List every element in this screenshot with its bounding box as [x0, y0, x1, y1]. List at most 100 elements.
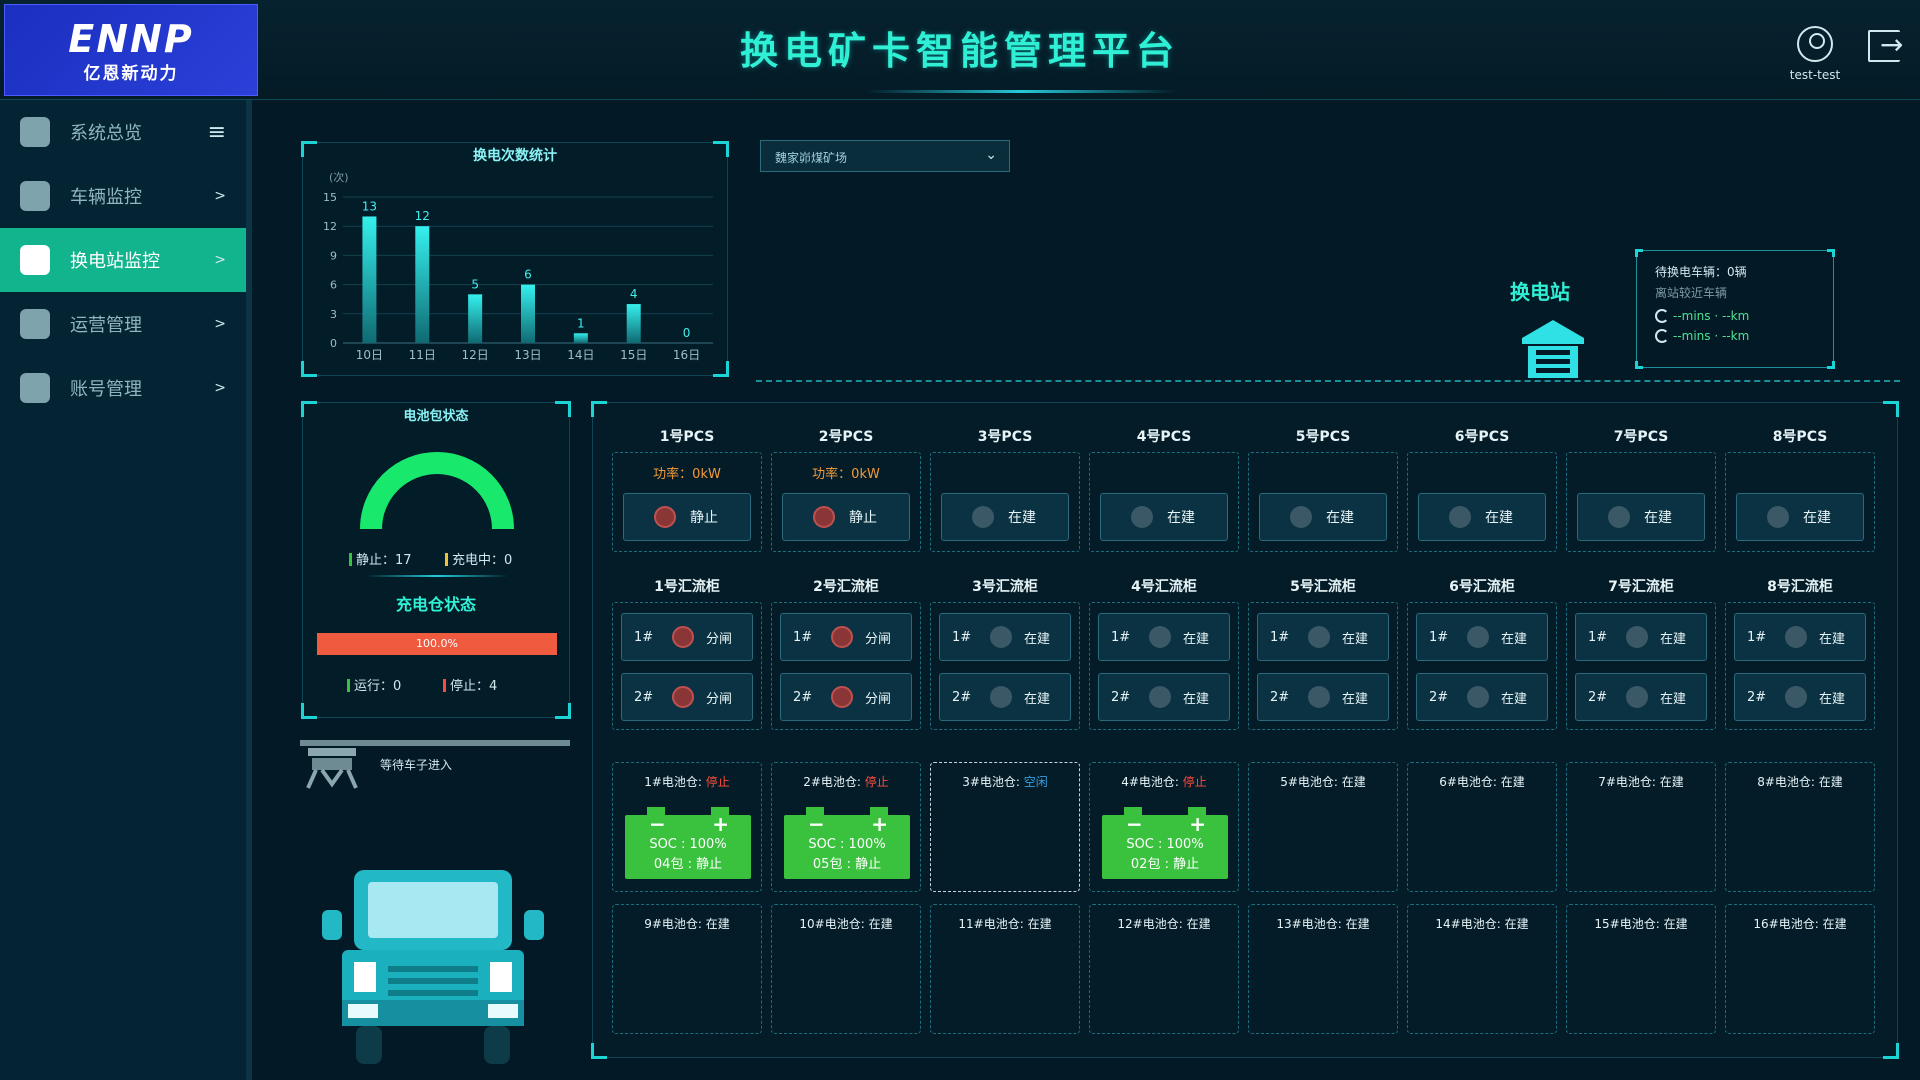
pcs-status-button[interactable]: 在建: [941, 493, 1069, 541]
x-tick-label: 15日: [620, 348, 647, 362]
combiner-header: 4号汇流柜: [1131, 579, 1197, 595]
x-tick-label: 10日: [356, 348, 383, 362]
pcs-header: 7号PCS: [1613, 429, 1669, 445]
battery-bay[interactable]: 3#电池仓: 空闲: [930, 762, 1080, 892]
site-select[interactable]: 魏家峁煤矿场 ⌄: [760, 140, 1010, 172]
pcs-status-button[interactable]: 在建: [1259, 493, 1387, 541]
sidebar-item-label: 换电站监控: [70, 251, 160, 272]
sidebar-item-label: 系统总览: [70, 123, 142, 144]
bar: [468, 294, 483, 343]
bay-label: 12#电池仓:: [1117, 917, 1187, 931]
header: ENNP 亿恩新动力 换电矿卡智能管理平台 test-test: [0, 0, 1920, 100]
pcs-status-button[interactable]: 在建: [1418, 493, 1546, 541]
battery-bay[interactable]: 16#电池仓: 在建: [1725, 904, 1875, 1034]
combiner-switch-1[interactable]: 1# 在建: [1734, 613, 1866, 661]
battery-bay[interactable]: 13#电池仓: 在建: [1248, 904, 1398, 1034]
pcs-status-button[interactable]: 静止: [782, 493, 910, 541]
combiner-switch-2[interactable]: 2# 在建: [1575, 673, 1707, 721]
logout-icon[interactable]: [1868, 28, 1903, 62]
battery-bay[interactable]: 7#电池仓: 在建: [1566, 762, 1716, 892]
battery-pack-status: 04包 : 静止: [653, 857, 723, 872]
combiner-switch-1[interactable]: 1# 在建: [1416, 613, 1548, 661]
battery-bay[interactable]: 8#电池仓: 在建: [1725, 762, 1875, 892]
bay-status: 在建: [1663, 917, 1688, 931]
pie-chart-icon: [20, 309, 50, 339]
combiner-switch-2[interactable]: 2# 在建: [1098, 673, 1230, 721]
combiner-switch-2[interactable]: 2# 在建: [1734, 673, 1866, 721]
status-dot-icon: [1608, 506, 1630, 528]
battery-bay[interactable]: 2#电池仓: 停止 − + SOC : 100% 05包 : 静止: [771, 762, 921, 892]
combiner-header: 8号汇流柜: [1767, 579, 1833, 595]
site-select-value: 魏家峁煤矿场: [775, 151, 848, 165]
user-menu[interactable]: test-test: [1780, 26, 1850, 82]
battery-bay[interactable]: 5#电池仓: 在建: [1248, 762, 1398, 892]
battery-bay[interactable]: 12#电池仓: 在建: [1089, 904, 1239, 1034]
battery-bay[interactable]: 10#电池仓: 在建: [771, 904, 921, 1034]
sidebar-item-account[interactable]: 账号管理 >: [0, 356, 246, 420]
chevron-right-icon: >: [214, 252, 226, 268]
combiner-switch-1[interactable]: 1# 在建: [1098, 613, 1230, 661]
pcs-status: 在建: [1803, 510, 1831, 526]
pcs-status: 在建: [1326, 510, 1354, 526]
pcs-card: 功率：0kW 静止: [612, 452, 762, 552]
combiner-switch-1[interactable]: 1# 分闸: [780, 613, 912, 661]
y-axis-label: (次): [329, 170, 349, 184]
sidebar-item-station[interactable]: 换电站监控 >: [0, 228, 246, 292]
combiner-switch-1[interactable]: 1# 分闸: [621, 613, 753, 661]
combiner-switch-2[interactable]: 2# 在建: [1416, 673, 1548, 721]
pcs-status-button[interactable]: 在建: [1736, 493, 1864, 541]
battery-bay[interactable]: 15#电池仓: 在建: [1566, 904, 1716, 1034]
battery-bay[interactable]: 9#电池仓: 在建: [612, 904, 762, 1034]
pcs-power: 功率：0kW: [653, 467, 721, 482]
status-dot-icon: [831, 626, 853, 648]
bay-label: 11#电池仓:: [958, 917, 1028, 931]
station-track: [756, 380, 1900, 382]
bay-label: 1#电池仓:: [644, 775, 706, 789]
garage-icon: [1522, 320, 1584, 378]
combiner-switch-1[interactable]: 1# 在建: [1257, 613, 1389, 661]
combiner-card: 1# 在建 2# 在建: [930, 602, 1080, 730]
battery-pack-title: 电池包状态: [403, 409, 469, 424]
status-dot-icon: [1626, 626, 1648, 648]
battery-icon: − + SOC : 100% 02包 : 静止: [1102, 807, 1228, 879]
sidebar-item-label: 车辆监控: [70, 187, 142, 208]
bay-label: 13#电池仓:: [1276, 917, 1346, 931]
y-tick-label: 6: [330, 279, 337, 292]
title-underline: [866, 90, 1176, 93]
battery-bay[interactable]: 14#电池仓: 在建: [1407, 904, 1557, 1034]
combiner-switch-1[interactable]: 1# 在建: [1575, 613, 1707, 661]
sidebar: 系统总览 ≡ 车辆监控 > 换电站监控 > 运营管理 > 账号管理 >: [0, 100, 252, 1080]
combiner-switch-2[interactable]: 2# 分闸: [780, 673, 912, 721]
battery-bay[interactable]: 4#电池仓: 停止 − + SOC : 100% 02包 : 静止: [1089, 762, 1239, 892]
bar-value-label: 0: [683, 326, 691, 340]
user-avatar-icon[interactable]: [1797, 26, 1833, 62]
sidebar-item-overview[interactable]: 系统总览 ≡: [0, 100, 246, 164]
battery-bay[interactable]: 1#电池仓: 停止 − + SOC : 100% 04包 : 静止: [612, 762, 762, 892]
bay-label: 6#电池仓:: [1439, 775, 1501, 789]
battery-icon: − + SOC : 100% 04包 : 静止: [625, 807, 751, 879]
chevron-right-icon: >: [214, 380, 226, 396]
bay-status: 在建: [1504, 917, 1529, 931]
y-tick-label: 3: [330, 308, 337, 321]
pcs-status-button[interactable]: 在建: [1100, 493, 1228, 541]
pcs-status-button[interactable]: 在建: [1577, 493, 1705, 541]
bar-value-label: 6: [524, 268, 532, 282]
sidebar-item-vehicle[interactable]: 车辆监控 >: [0, 164, 246, 228]
y-tick-label: 12: [323, 220, 337, 233]
pcs-status-button[interactable]: 静止: [623, 493, 751, 541]
bar-value-label: 12: [415, 209, 430, 223]
location-person-icon: [20, 117, 50, 147]
battery-bay[interactable]: 11#电池仓: 在建: [930, 904, 1080, 1034]
bar: [362, 216, 377, 343]
sidebar-item-operation[interactable]: 运营管理 >: [0, 292, 246, 356]
combiner-switch-2[interactable]: 2# 分闸: [621, 673, 753, 721]
combiner-switch-1[interactable]: 1# 在建: [939, 613, 1071, 661]
combiner-header: 2号汇流柜: [813, 579, 879, 595]
combiner-switch-2[interactable]: 2# 在建: [939, 673, 1071, 721]
hamburger-icon[interactable]: ≡: [208, 120, 226, 145]
status-dot-icon: [972, 506, 994, 528]
status-dot-icon: [1149, 686, 1171, 708]
battery-bay[interactable]: 6#电池仓: 在建: [1407, 762, 1557, 892]
bay-label: 5#电池仓:: [1280, 775, 1342, 789]
combiner-switch-2[interactable]: 2# 在建: [1257, 673, 1389, 721]
